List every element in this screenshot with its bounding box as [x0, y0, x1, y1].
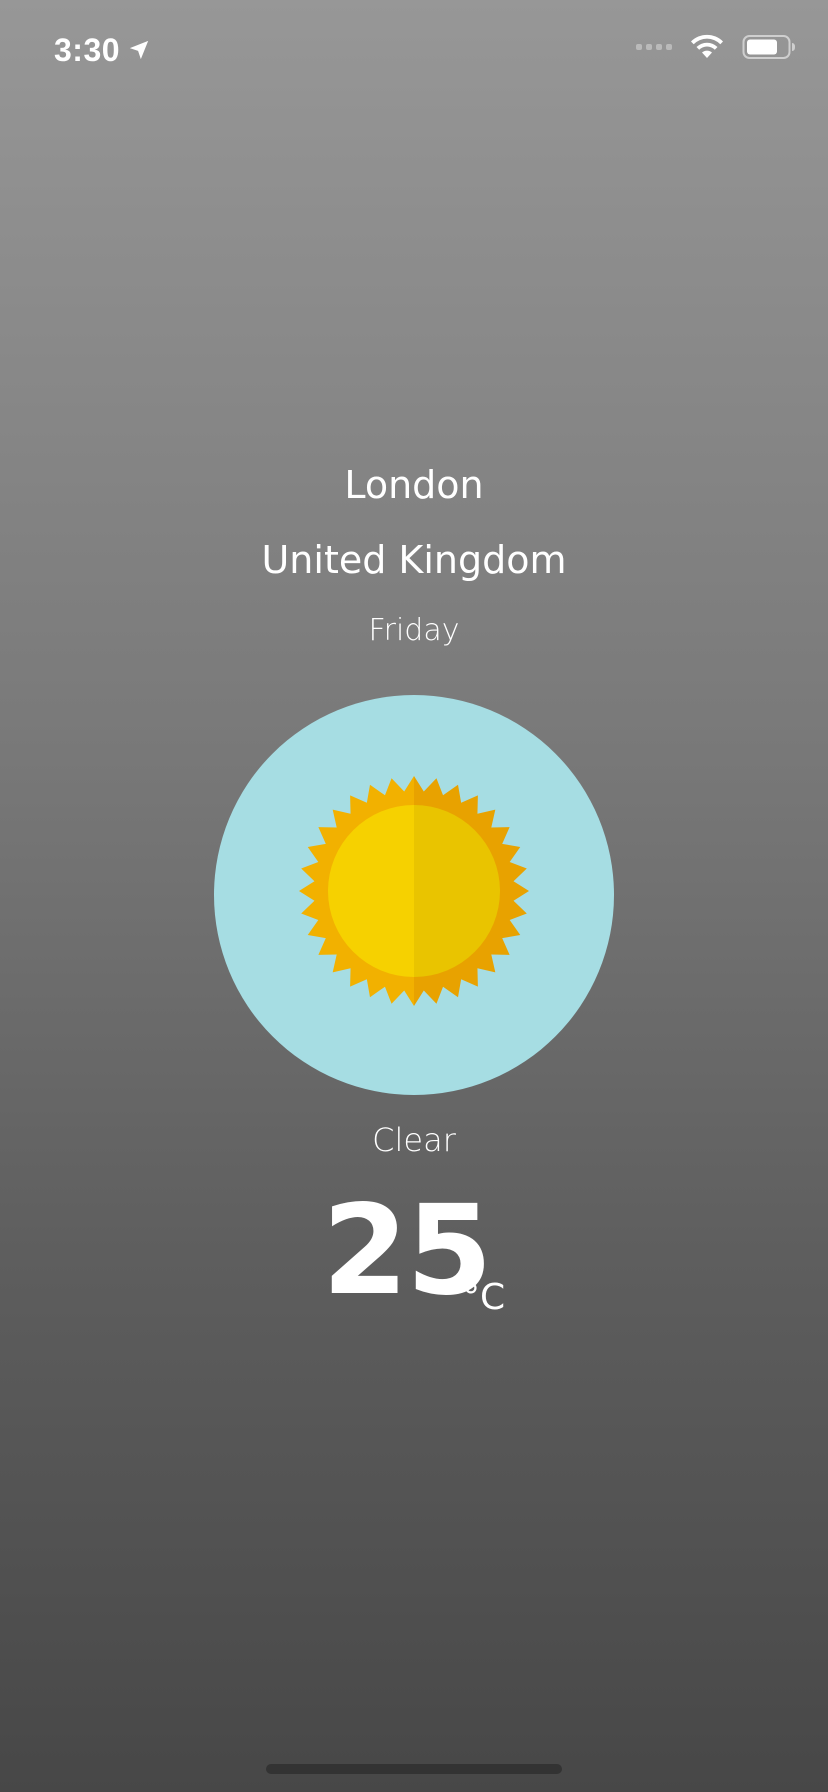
sun-icon — [299, 776, 529, 1006]
temperature-unit: °C — [462, 1277, 506, 1318]
weekday-label: Friday — [368, 613, 460, 648]
battery-icon — [742, 35, 795, 59]
status-time-group: 3:30 — [54, 30, 150, 70]
weather-condition: Clear — [372, 1121, 456, 1159]
country-name: United Kingdom — [261, 538, 567, 582]
weather-icon-circle — [214, 695, 614, 1095]
location-arrow-icon — [129, 40, 149, 60]
weather-screen: 3:30 London United Kingdom Friday Clear … — [0, 0, 828, 1792]
wifi-icon — [691, 34, 723, 58]
temperature-display: 25 °C — [0, 1176, 828, 1326]
cellular-signal-icon — [636, 44, 672, 50]
status-bar: 3:30 — [0, 0, 828, 100]
status-time: 3:30 — [54, 32, 121, 68]
home-indicator[interactable] — [266, 1764, 562, 1774]
city-name: London — [344, 463, 484, 507]
status-icons — [636, 34, 796, 60]
